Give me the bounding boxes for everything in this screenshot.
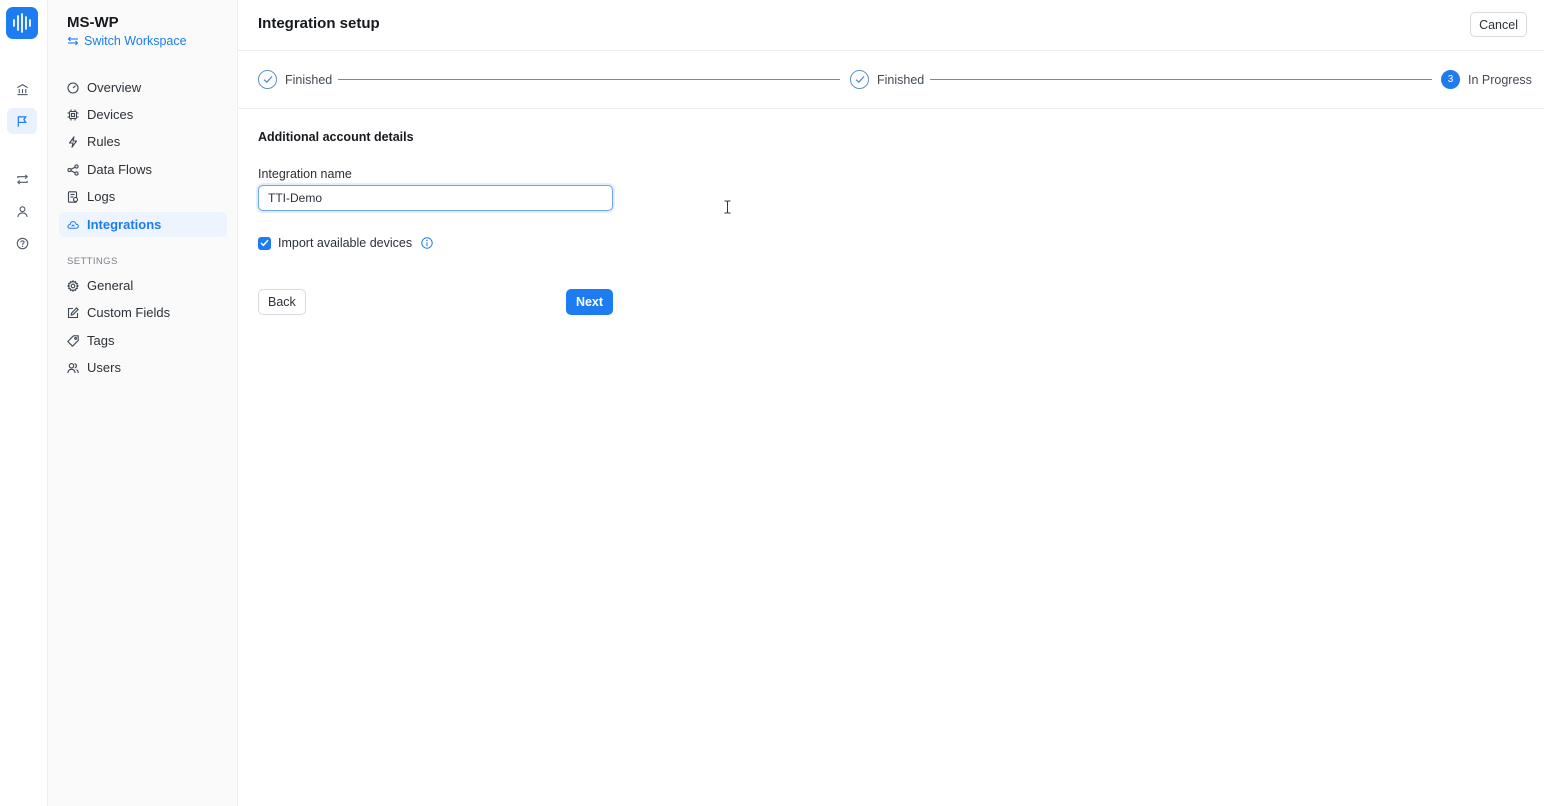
sidebar-item-label: Logs [87, 189, 116, 204]
workspace-name: MS-WP [67, 14, 119, 31]
tag-icon [67, 334, 79, 347]
sidebar-item-data-flows[interactable]: Data Flows [59, 157, 227, 182]
settings-section-label: SETTINGS [67, 256, 118, 267]
sidebar-item-overview[interactable]: Overview [59, 75, 227, 100]
rail-building-button[interactable] [7, 76, 37, 102]
sidebar-item-label: Custom Fields [87, 305, 171, 320]
import-devices-row: Import available devices [258, 236, 433, 250]
icon-rail [0, 0, 48, 806]
checkmark-icon [260, 239, 269, 247]
step-label: Finished [285, 72, 333, 87]
sidebar-item-logs[interactable]: Logs [59, 184, 227, 209]
step-2: Finished [850, 70, 924, 89]
rail-user-button[interactable] [7, 198, 37, 224]
transfer-icon [16, 173, 28, 185]
sidebar-item-rules[interactable]: Rules [59, 129, 227, 154]
step-connector [930, 79, 1432, 80]
sidebar-item-users[interactable]: Users [59, 355, 227, 380]
gear-icon [67, 279, 79, 292]
sidebar-item-label: Devices [87, 107, 134, 122]
sidebar-item-general[interactable]: General [59, 273, 227, 298]
next-button[interactable]: Next [566, 289, 613, 315]
step-check-icon [850, 70, 869, 89]
rail-transfer-button[interactable] [7, 166, 37, 192]
users-icon [67, 362, 79, 374]
app-logo[interactable] [6, 7, 38, 39]
step-check-icon [258, 70, 277, 89]
sidebar-item-custom-fields[interactable]: Custom Fields [59, 300, 227, 325]
step-label: Finished [877, 72, 925, 87]
page-header: Integration setup Cancel [238, 0, 1544, 51]
step-3: 3 In Progress [1441, 70, 1532, 89]
gauge-icon [67, 81, 79, 94]
account-details-form: Additional account details Integration n… [258, 130, 613, 315]
edit-icon [67, 306, 79, 319]
sidebar-item-label: Data Flows [87, 162, 153, 177]
rail-flag-button[interactable] [7, 108, 37, 134]
sidebar-item-devices[interactable]: Devices [59, 102, 227, 127]
share-icon [67, 163, 79, 176]
setup-stepper: Finished Finished 3 In Progress [238, 52, 1544, 109]
step-connector [338, 79, 840, 80]
chip-icon [67, 109, 79, 121]
switch-workspace-label: Switch Workspace [84, 34, 187, 48]
back-button[interactable]: Back [258, 289, 306, 315]
sidebar-item-label: Rules [87, 134, 121, 149]
import-devices-label: Import available devices [278, 236, 413, 250]
integration-name-label: Integration name [258, 167, 352, 181]
building-icon [16, 83, 28, 95]
sidebar-item-label: Overview [87, 80, 142, 95]
switch-workspace-link[interactable]: Switch Workspace [67, 34, 187, 48]
section-title: Additional account details [258, 130, 414, 144]
main-content: Integration setup Cancel Finished Finish… [238, 0, 1544, 806]
step-1: Finished [258, 70, 332, 89]
cloud-icon [67, 219, 79, 231]
step-number-badge: 3 [1441, 70, 1460, 89]
help-icon [16, 237, 28, 249]
info-icon[interactable] [421, 237, 433, 249]
user-icon [16, 205, 28, 217]
import-devices-checkbox[interactable] [258, 236, 271, 250]
sidebar-item-tags[interactable]: Tags [59, 328, 227, 353]
sidebar-item-label: General [87, 278, 134, 293]
log-icon [67, 190, 79, 203]
cancel-button[interactable]: Cancel [1470, 12, 1527, 37]
app-window: MS-WP Switch Workspace Overview Devices … [0, 0, 1544, 806]
switch-arrows-icon [67, 36, 79, 46]
text-cursor-icon [724, 200, 731, 214]
flag-icon [17, 115, 27, 127]
sidebar-item-integrations[interactable]: Integrations [59, 212, 227, 237]
bolt-icon [67, 135, 79, 148]
rail-help-button[interactable] [7, 230, 37, 256]
sidebar-item-label: Integrations [87, 217, 162, 232]
sidebar-item-label: Users [87, 360, 121, 375]
sidebar-item-label: Tags [87, 333, 115, 348]
page-title: Integration setup [258, 15, 380, 32]
logo-icon [13, 13, 31, 33]
step-label: In Progress [1468, 72, 1532, 87]
sidebar: MS-WP Switch Workspace Overview Devices … [48, 0, 238, 806]
integration-name-input[interactable] [258, 185, 613, 211]
